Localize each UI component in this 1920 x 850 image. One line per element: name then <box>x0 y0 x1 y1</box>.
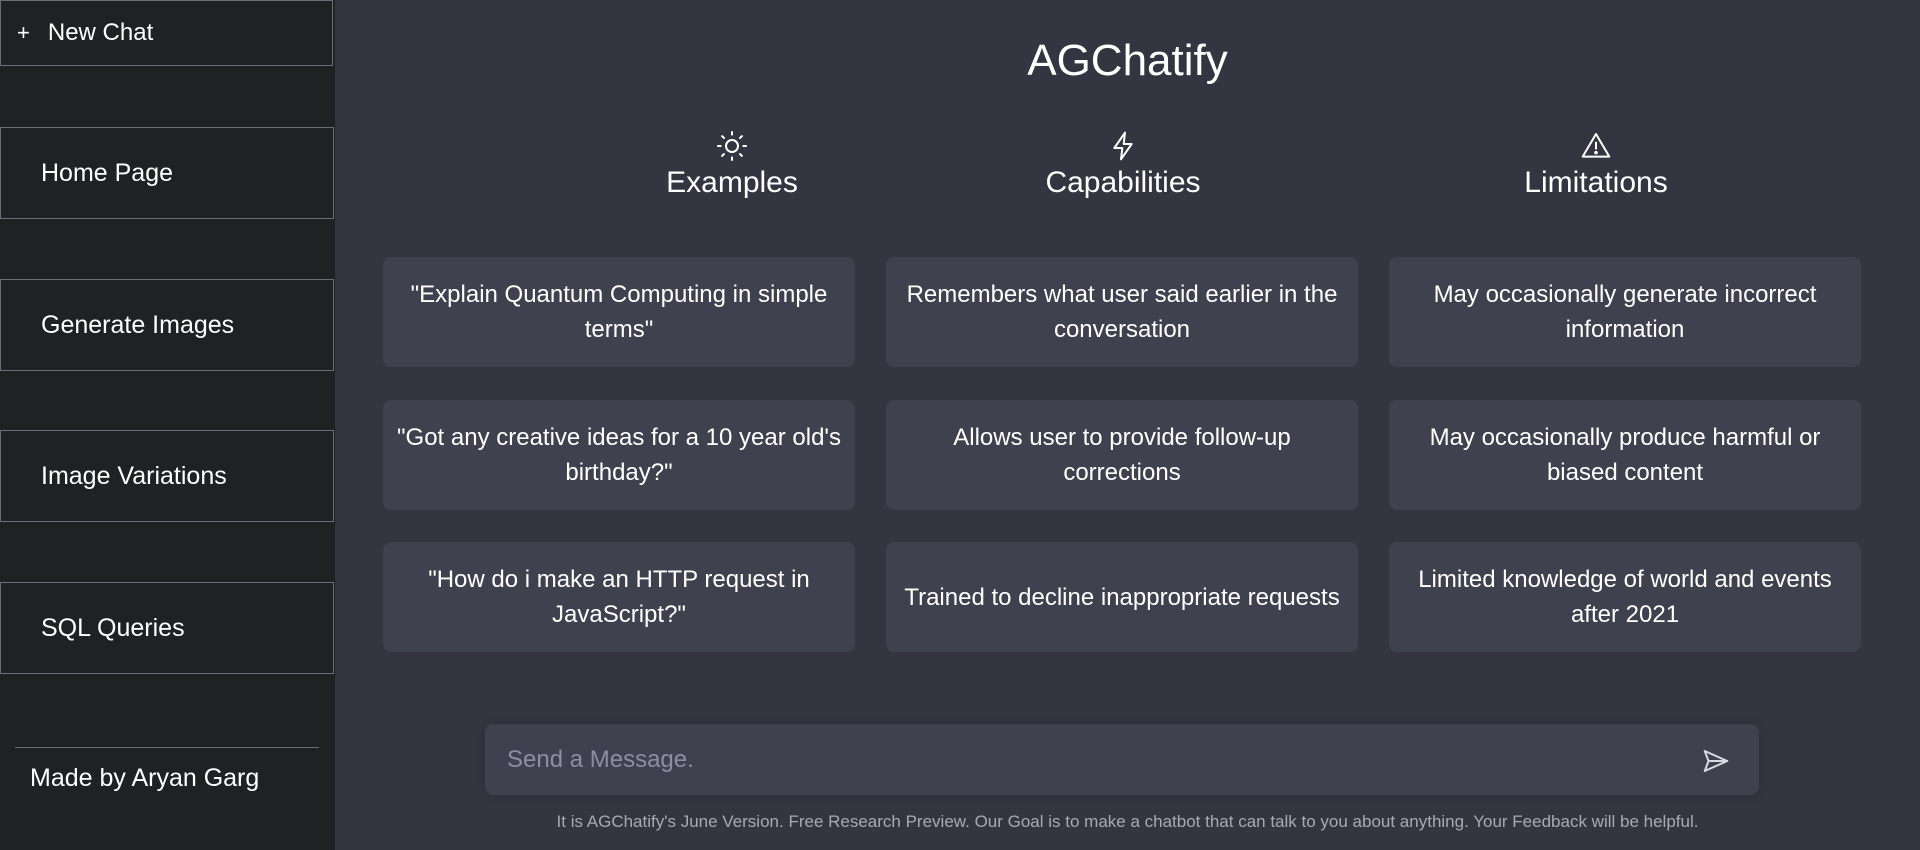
example-card[interactable]: "Explain Quantum Computing in simple ter… <box>383 257 855 367</box>
example-card[interactable]: "Got any creative ideas for a 10 year ol… <box>383 400 855 510</box>
plus-icon: + <box>17 20 30 45</box>
page-title: AGChatify <box>1027 36 1228 85</box>
limitation-card: May occasionally generate incorrect info… <box>1389 257 1861 367</box>
message-input[interactable] <box>485 724 1665 795</box>
column-limitations: Limitations <box>1346 130 1846 200</box>
capability-card: Allows user to provide follow-up correct… <box>886 400 1358 510</box>
sidebar-item-label: Home Page <box>41 158 174 187</box>
sidebar-item-sql-queries[interactable]: SQL Queries <box>0 582 334 674</box>
sidebar-item-home-page[interactable]: Home Page <box>0 127 334 219</box>
example-card[interactable]: "How do i make an HTTP request in JavaSc… <box>383 542 855 652</box>
main-panel: AGChatify Examples Capabilities Limitati… <box>335 0 1920 850</box>
sidebar-item-image-variations[interactable]: Image Variations <box>0 430 334 522</box>
new-chat-label: New Chat <box>47 19 154 46</box>
footer-disclaimer: It is AGChatify's June Version. Free Res… <box>556 812 1699 831</box>
sidebar-item-label: Image Variations <box>41 461 227 490</box>
column-heading: Examples <box>666 166 798 199</box>
warning-icon <box>1346 130 1846 162</box>
new-chat-button[interactable]: + New Chat <box>0 0 333 66</box>
column-capabilities: Capabilities <box>873 130 1373 200</box>
limitation-card: May occasionally produce harmful or bias… <box>1389 400 1861 510</box>
sidebar-divider <box>15 747 319 748</box>
sidebar-item-label: Generate Images <box>41 310 235 339</box>
capability-card: Trained to decline inappropriate request… <box>886 542 1358 652</box>
sidebar-item-generate-images[interactable]: Generate Images <box>0 279 334 371</box>
column-heading: Capabilities <box>1045 166 1201 199</box>
sidebar: + New Chat Home Page Generate Images Ima… <box>0 0 335 850</box>
limitation-card: Limited knowledge of world and events af… <box>1389 542 1861 652</box>
send-icon[interactable] <box>1701 746 1731 776</box>
capability-card: Remembers what user said earlier in the … <box>886 257 1358 367</box>
sidebar-footer: Made by Aryan Garg <box>30 764 260 792</box>
lightning-icon <box>873 130 1373 162</box>
column-heading: Limitations <box>1524 166 1668 199</box>
sidebar-item-label: SQL Queries <box>41 613 185 642</box>
message-input-container <box>485 724 1759 795</box>
